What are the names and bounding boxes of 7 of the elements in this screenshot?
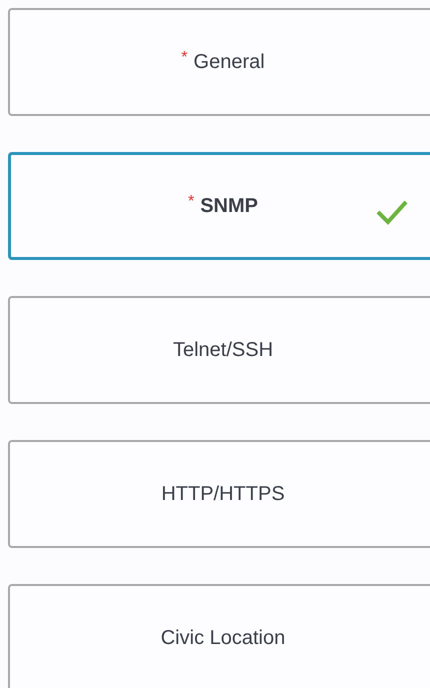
step-tab[interactable]: HTTP/HTTPS [8, 440, 430, 548]
required-mark: * [188, 193, 194, 211]
step-tab[interactable]: Telnet/SSH [8, 296, 430, 404]
step-tab[interactable]: Civic Location [8, 584, 430, 688]
step-tab[interactable]: * General [8, 8, 430, 116]
required-mark: * [181, 49, 188, 67]
step-tab[interactable]: * SNMP [8, 152, 430, 260]
